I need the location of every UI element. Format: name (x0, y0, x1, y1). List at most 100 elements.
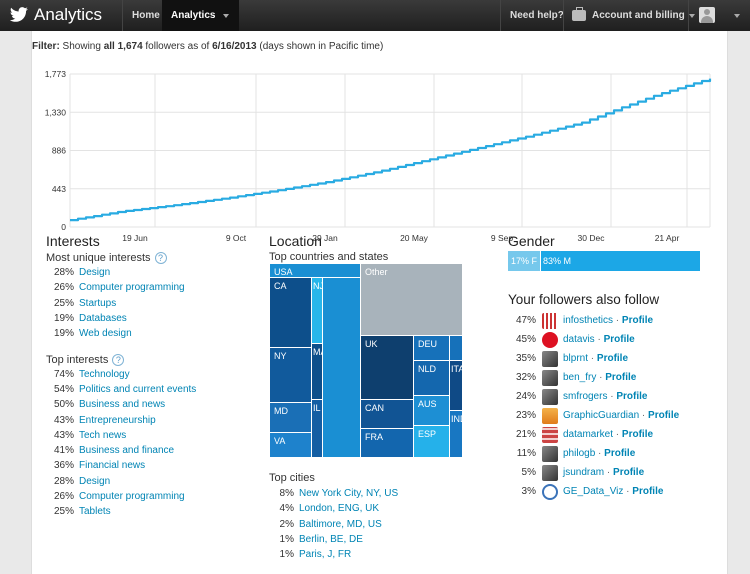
profile-link[interactable]: Profile (622, 429, 653, 440)
nav-analytics-label: Analytics (171, 10, 216, 21)
list-item-link[interactable]: Design (79, 267, 110, 278)
followers-line-chart[interactable]: 1,7731,330886443019 Jun 9 Oct 29 Jan 20 May… (32, 61, 729, 251)
ge-logo-avatar-icon[interactable] (542, 483, 558, 500)
treemap-cell-uk[interactable]: UK (361, 336, 414, 400)
treemap-cell (323, 278, 361, 458)
list-item-link[interactable]: Computer programming (79, 282, 185, 293)
account-handle-link[interactable]: GE_Data_Viz (563, 486, 623, 497)
filter-label: Filter: (32, 41, 60, 52)
red-grid-avatar-icon[interactable] (542, 426, 558, 443)
list-item-link[interactable]: Technology (79, 369, 130, 380)
treemap-cell-aus[interactable]: AUS (414, 396, 450, 426)
list-item-link[interactable]: Web design (79, 328, 132, 339)
countries-treemap[interactable]: USACANYMDVA NJMAIL OtherUKCANFRA DEUNLDAUSE… (270, 264, 463, 458)
profile-link[interactable]: Profile (613, 467, 644, 478)
account-handle-link[interactable]: datavis (563, 334, 595, 345)
account-handle-link[interactable]: smfrogers (563, 391, 607, 402)
photo-avatar-icon[interactable] (542, 464, 558, 481)
list-item-link[interactable]: Startups (79, 298, 116, 309)
city-row: 1% Paris, J, FR (269, 547, 469, 562)
bar-chart-avatar-icon[interactable] (542, 312, 558, 329)
photo-avatar-icon[interactable] (542, 350, 558, 367)
location-section: Location Top countries and states USA CA N… (269, 233, 469, 560)
percent-value: 19% (53, 328, 74, 340)
twitter-bird-icon[interactable] (9, 7, 29, 23)
percent-value: 5% (521, 467, 536, 478)
treemap-cell-il[interactable]: IL (312, 400, 323, 458)
top-interests-label: Top interests (46, 353, 109, 366)
profile-link[interactable]: Profile (632, 486, 663, 497)
list-item-link[interactable]: Entrepreneurship (79, 415, 156, 426)
profile-link[interactable]: Profile (604, 448, 635, 459)
photo-avatar-icon[interactable] (542, 445, 558, 462)
treemap-cell-usa[interactable]: USA (270, 264, 361, 278)
photo-avatar-icon[interactable] (542, 388, 558, 405)
list-item-link[interactable]: Tablets (79, 506, 111, 517)
user-menu[interactable] (688, 0, 750, 31)
account-handle-link[interactable]: philogb (563, 448, 595, 459)
red-circle-avatar-icon[interactable] (542, 331, 558, 348)
list-item-link[interactable]: London, ENG, UK (299, 503, 379, 514)
profile-link[interactable]: Profile (648, 410, 679, 421)
treemap-cell-nld[interactable]: NLD (414, 361, 450, 396)
percent-value: 45% (515, 334, 536, 345)
list-item-link[interactable]: Design (79, 476, 110, 487)
list-item-link[interactable]: Tech news (79, 430, 126, 441)
profile-link[interactable]: Profile (597, 353, 628, 364)
account-handle-link[interactable]: GraphicGuardian (563, 410, 639, 421)
need-help-link[interactable]: Need help? (500, 0, 573, 31)
list-item-link[interactable]: Baltimore, MD, US (299, 519, 382, 530)
top-interest-row: 43% Entrepreneurship (46, 413, 246, 428)
treemap-cell-va[interactable]: VA (270, 433, 312, 458)
list-item-link[interactable]: Business and news (79, 399, 165, 410)
percent-value: 41% (53, 445, 74, 457)
percent-value: 32% (515, 372, 536, 383)
gender-bar[interactable]: 17% F 83% M (508, 251, 700, 271)
percent-value: 21% (515, 429, 536, 440)
profile-link[interactable]: Profile (605, 372, 636, 383)
treemap-cell-md[interactable]: MD (270, 403, 312, 433)
treemap-cell-ma[interactable]: MA (312, 344, 323, 400)
separator: · (594, 334, 604, 346)
list-item-link[interactable]: Financial news (79, 460, 145, 471)
treemap-cell-other[interactable]: Other (361, 264, 463, 336)
list-item-link[interactable]: Business and finance (79, 445, 174, 456)
help-icon[interactable]: ? (154, 252, 167, 265)
treemap-cell-deu[interactable]: DEU (414, 336, 450, 361)
treemap-cell-ind[interactable]: IND (450, 411, 463, 458)
treemap-cell-ita[interactable]: ITA (450, 361, 463, 411)
orange-avatar-icon[interactable] (542, 407, 558, 424)
account-handle-link[interactable]: ben_fry (563, 372, 596, 383)
help-icon[interactable]: ? (112, 353, 125, 366)
account-handle-link[interactable]: datamarket (563, 429, 613, 440)
profile-link[interactable]: Profile (604, 334, 635, 345)
nav-analytics[interactable]: Analytics (162, 0, 240, 31)
profile-link[interactable]: Profile (622, 315, 653, 326)
account-handle-link[interactable]: blprnt (563, 353, 588, 364)
list-item-link[interactable]: Paris, J, FR (299, 549, 351, 560)
account-billing-menu[interactable]: Account and billing (563, 0, 705, 31)
treemap-cell-ca[interactable]: CA (270, 278, 312, 348)
list-item-link[interactable]: Computer programming (79, 491, 185, 502)
list-item-link[interactable]: Databases (79, 313, 127, 324)
y-tick-label: 886 (52, 146, 66, 156)
percent-value: 43% (53, 429, 74, 441)
brand-title[interactable]: Analytics (34, 5, 102, 25)
account-handle-link[interactable]: infosthetics (563, 315, 613, 326)
treemap-cell-can[interactable]: CAN (361, 400, 414, 429)
profile-link[interactable]: Profile (616, 391, 647, 402)
list-item-link[interactable]: Berlin, BE, DE (299, 534, 363, 545)
city-row: 4% London, ENG, UK (269, 501, 469, 516)
treemap-cell-nj[interactable]: NJ (312, 278, 323, 344)
most-unique-interests-heading: Most unique interests? (46, 252, 246, 265)
list-item-link[interactable]: New York City, NY, US (299, 488, 398, 499)
account-handle-link[interactable]: jsundram (563, 467, 604, 478)
separator: · (588, 353, 597, 365)
photo-avatar-icon[interactable] (542, 369, 558, 386)
treemap-cell-fra[interactable]: FRA (361, 429, 414, 458)
percent-value: 35% (515, 353, 536, 364)
treemap-cell-esp[interactable]: ESP (414, 426, 450, 458)
treemap-cell-ny[interactable]: NY (270, 348, 312, 403)
list-item-link[interactable]: Politics and current events (79, 384, 196, 395)
top-cities-list: 8% New York City, NY, US 4% London, ENG, UK… (269, 486, 469, 562)
